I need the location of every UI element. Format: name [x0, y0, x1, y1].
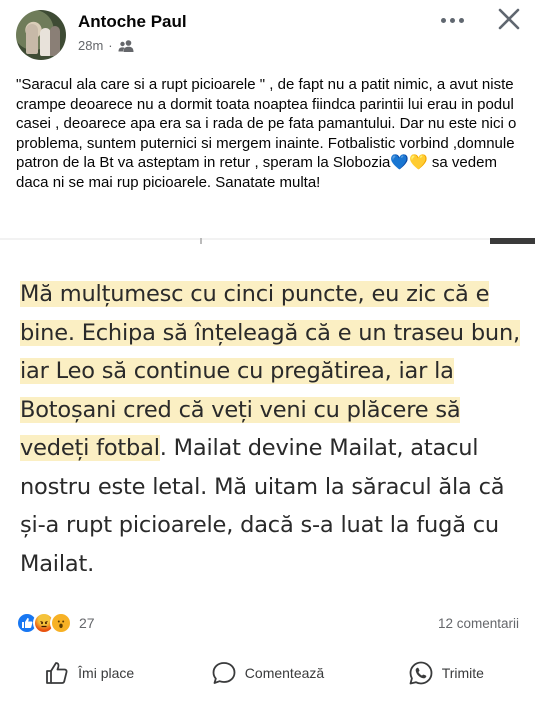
post-text: "Saracul ala care si a rupt picioarele "…	[16, 76, 517, 191]
close-icon[interactable]	[496, 6, 522, 32]
quote-text: Mă mulțumesc cu cinci puncte, eu zic că …	[20, 281, 520, 577]
post-meta: 28m ·	[78, 38, 134, 53]
thumbs-up-icon	[46, 662, 68, 684]
comments-count[interactable]: 12 comentarii	[438, 616, 519, 631]
comment-label: Comentează	[244, 665, 325, 681]
action-bar: Îmi place Comentează Trimite	[0, 650, 535, 696]
like-button[interactable]: Îmi place	[0, 650, 178, 696]
comment-button[interactable]: Comentează	[178, 650, 356, 696]
avatar[interactable]	[16, 10, 66, 60]
like-label: Îmi place	[78, 665, 135, 681]
post-header: Antoche Paul 28m ·	[0, 0, 535, 68]
share-button[interactable]: Trimite	[357, 650, 535, 696]
author-name[interactable]: Antoche Paul	[78, 12, 187, 32]
highlighted-quote: Mă mulțumesc cu cinci puncte, eu zic că …	[20, 281, 520, 461]
heart-emojis: 💙💛	[390, 154, 428, 171]
whatsapp-icon	[409, 661, 433, 685]
wow-icon	[50, 612, 72, 634]
post-image[interactable]: Mă mulțumesc cu cinci puncte, eu zic că …	[0, 238, 535, 590]
post-time[interactable]: 28m	[78, 38, 103, 53]
more-options-icon[interactable]	[437, 8, 467, 32]
friends-icon	[118, 39, 134, 52]
share-label: Trimite	[441, 665, 484, 681]
comment-icon	[212, 662, 236, 684]
reactions-summary[interactable]: 27	[16, 612, 95, 634]
reactions-count: 27	[79, 615, 95, 631]
